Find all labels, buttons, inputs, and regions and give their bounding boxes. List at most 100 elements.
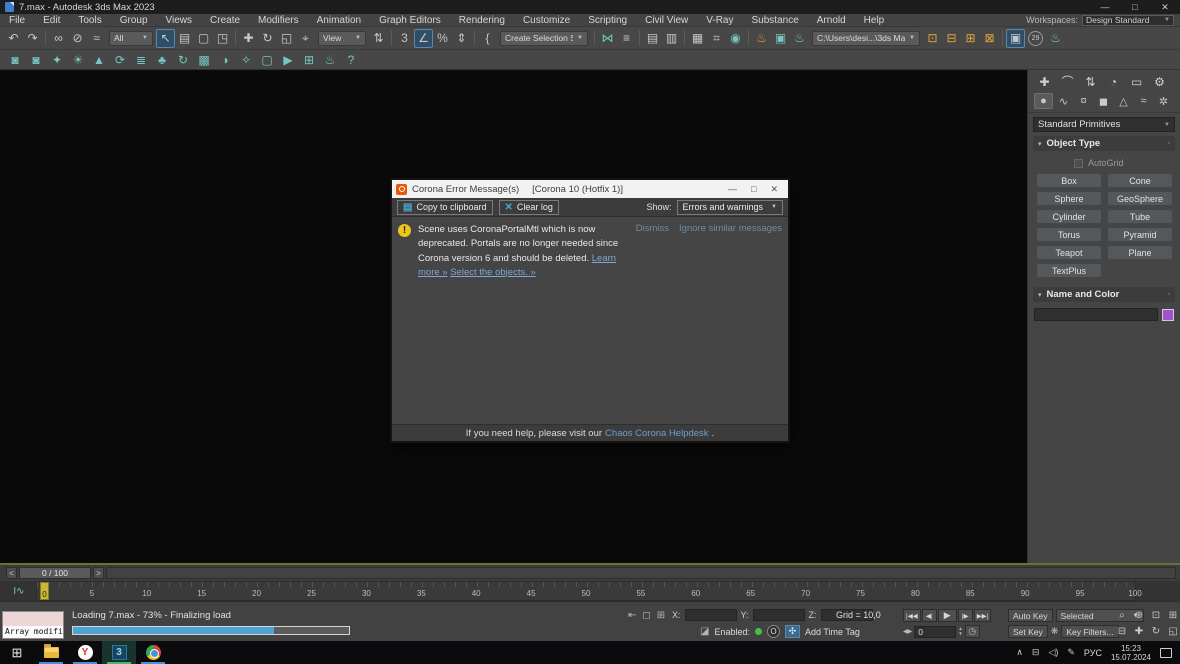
go-to-start-button[interactable]: |◀◀ (903, 609, 921, 622)
object-type-button-torus[interactable]: Torus (1037, 228, 1101, 241)
helpdesk-link[interactable]: Chaos Corona Helpdesk (605, 428, 709, 439)
pen-icon[interactable]: ✎ (1067, 647, 1075, 658)
current-frame-marker[interactable]: 0 (40, 582, 49, 600)
action-center-icon[interactable] (1160, 648, 1172, 658)
ignore-similar-link[interactable]: Ignore similar messages (679, 223, 782, 234)
copy-to-clipboard-button[interactable]: ▤ Copy to clipboard (397, 200, 493, 215)
object-type-button-box[interactable]: Box (1037, 174, 1101, 187)
minimize-button[interactable]: — (1090, 0, 1120, 14)
help-circle-icon[interactable]: ? (342, 52, 360, 68)
object-type-button-plane[interactable]: Plane (1108, 246, 1172, 259)
menu-help[interactable]: Help (855, 14, 894, 27)
tree-document-icon[interactable]: ♣ (153, 52, 171, 68)
named-selection-sets-dropdown[interactable]: Create Selection Se▼ (500, 31, 588, 46)
rectangular-selection-region-icon[interactable]: ▢ (194, 29, 213, 48)
spinner-snap-icon[interactable]: ⇕ (452, 29, 471, 48)
schematic-view-icon[interactable]: ⌗ (707, 29, 726, 48)
select-and-place-icon[interactable]: ⌖ (296, 29, 315, 48)
language-indicator[interactable]: РУС (1084, 648, 1102, 658)
dialog-maximize-button[interactable]: □ (751, 184, 756, 195)
menu-edit[interactable]: Edit (34, 14, 69, 27)
selection-lock-toggle-icon[interactable]: ◻ (642, 610, 650, 621)
select-objects-link[interactable]: Select the objects. » (450, 267, 536, 278)
menu-tools[interactable]: Tools (69, 14, 110, 27)
next-frame-arrow[interactable]: > (93, 567, 104, 579)
maximize-viewport-icon[interactable]: ◱ (1165, 624, 1180, 639)
object-type-button-cone[interactable]: Cone (1108, 174, 1172, 187)
tab-utilities[interactable]: ⚙ (1149, 73, 1170, 90)
play-preview-icon[interactable]: ▶ (279, 52, 297, 68)
foliage-icon[interactable]: ▲ (90, 52, 108, 68)
time-slider-handle[interactable]: 0 / 100 (19, 567, 91, 579)
maxscript-icon[interactable]: ◪ (700, 626, 709, 637)
coord-field-y[interactable] (753, 609, 805, 621)
undo-icon[interactable]: ↶ (4, 29, 23, 48)
menu-file[interactable]: File (0, 14, 34, 27)
object-type-button-textplus[interactable]: TextPlus (1037, 264, 1101, 277)
object-type-button-teapot[interactable]: Teapot (1037, 246, 1101, 259)
maximize-button[interactable]: □ (1120, 0, 1150, 14)
menu-animation[interactable]: Animation (308, 14, 370, 27)
time-tag-icon[interactable]: ✣ (785, 625, 800, 638)
refresh-scene-icon[interactable]: ⟳ (111, 52, 129, 68)
subtab-systems[interactable]: ✲ (1154, 93, 1173, 109)
turntable-icon[interactable]: ↻ (174, 52, 192, 68)
close-button[interactable]: ✕ (1150, 0, 1180, 14)
render-preset-a-icon[interactable]: ⊡ (923, 29, 942, 48)
subtab-shapes[interactable]: ∿ (1054, 93, 1073, 109)
menu-arnold[interactable]: Arnold (808, 14, 855, 27)
window-crossing-icon[interactable]: ◳ (213, 29, 232, 48)
material-editor-icon[interactable]: ◉ (726, 29, 745, 48)
previous-frame-button[interactable]: ◀| (922, 609, 937, 622)
bind-to-space-warp-icon[interactable]: ≈ (87, 29, 106, 48)
object-name-input[interactable] (1034, 308, 1158, 321)
orbit-icon[interactable]: ↻ (1148, 624, 1164, 639)
subtab-lights[interactable]: ¤ (1074, 93, 1093, 109)
clear-log-button[interactable]: ✕ Clear log (499, 200, 559, 215)
key-mode-toggle-icon[interactable]: ◷ (965, 625, 980, 638)
subtab-space-warps[interactable]: ≈ (1134, 93, 1153, 109)
object-type-button-cylinder[interactable]: Cylinder (1037, 210, 1101, 223)
menu-civil-view[interactable]: Civil View (636, 14, 697, 27)
object-type-button-sphere[interactable]: Sphere (1037, 192, 1101, 205)
edit-named-selection-sets-icon[interactable]: { (478, 29, 497, 48)
grid-target-icon[interactable]: ⊞ (300, 52, 318, 68)
toggle-scene-explorer-icon[interactable]: ▤ (643, 29, 662, 48)
idea-bulb-icon[interactable]: ✧ (237, 52, 255, 68)
render-autosave-icon[interactable]: ▣ (1006, 29, 1025, 48)
auto-key-button[interactable]: Auto Key (1008, 609, 1053, 622)
menu-modifiers[interactable]: Modifiers (249, 14, 308, 27)
select-and-link-icon[interactable]: ∞ (49, 29, 68, 48)
stereo-camera-icon[interactable]: ◙ (27, 52, 45, 68)
menu-create[interactable]: Create (201, 14, 249, 27)
frame-nudge-icon[interactable]: ◀▶ (903, 628, 912, 635)
mirror-icon[interactable]: ⋈ (598, 29, 617, 48)
sun-light-icon[interactable]: ☀ (69, 52, 87, 68)
yandex-browser-taskbar-button[interactable]: Y (68, 641, 102, 664)
use-pivot-point-icon[interactable]: ⇅ (369, 29, 388, 48)
light-bulb-icon[interactable]: ✦ (48, 52, 66, 68)
timeline-ruler[interactable]: 0 51015202530354045505560657075808590951… (36, 581, 1136, 601)
dismiss-link[interactable]: Dismiss (636, 223, 669, 234)
current-frame-field[interactable]: 0 (914, 626, 956, 638)
frame-spinner[interactable]: ▲▼ (958, 627, 962, 636)
volume-icon[interactable]: ◁) (1048, 647, 1058, 658)
zoom-extents-icon[interactable]: ⊡ (1148, 608, 1164, 623)
reference-coordinate-dropdown[interactable]: View▼ (318, 31, 366, 46)
keyable-icon[interactable]: ❋ (1051, 626, 1059, 637)
key-filters-button[interactable]: Key Filters... (1061, 625, 1118, 638)
corona-frame-counter-icon[interactable]: 29 (1028, 31, 1043, 46)
dialog-close-button[interactable]: ✕ (770, 184, 778, 195)
network-icon[interactable]: ⊟ (1032, 647, 1040, 658)
rendered-frame-window-icon[interactable]: ▣ (771, 29, 790, 48)
menu-substance[interactable]: Substance (743, 14, 808, 27)
workspace-dropdown[interactable]: Design Standard▼ (1082, 15, 1174, 26)
zoom-icon[interactable]: ⌕ (1114, 608, 1130, 623)
menu-views[interactable]: Views (157, 14, 202, 27)
time-slider-track[interactable] (106, 567, 1176, 579)
render-last-icon[interactable]: ♨ (1046, 29, 1065, 48)
toggle-layer-explorer-icon[interactable]: ▥ (662, 29, 681, 48)
tab-display[interactable]: ▭ (1126, 73, 1147, 90)
object-color-swatch[interactable] (1162, 309, 1174, 321)
absolute-mode-icon[interactable]: ⊞ (657, 610, 665, 621)
